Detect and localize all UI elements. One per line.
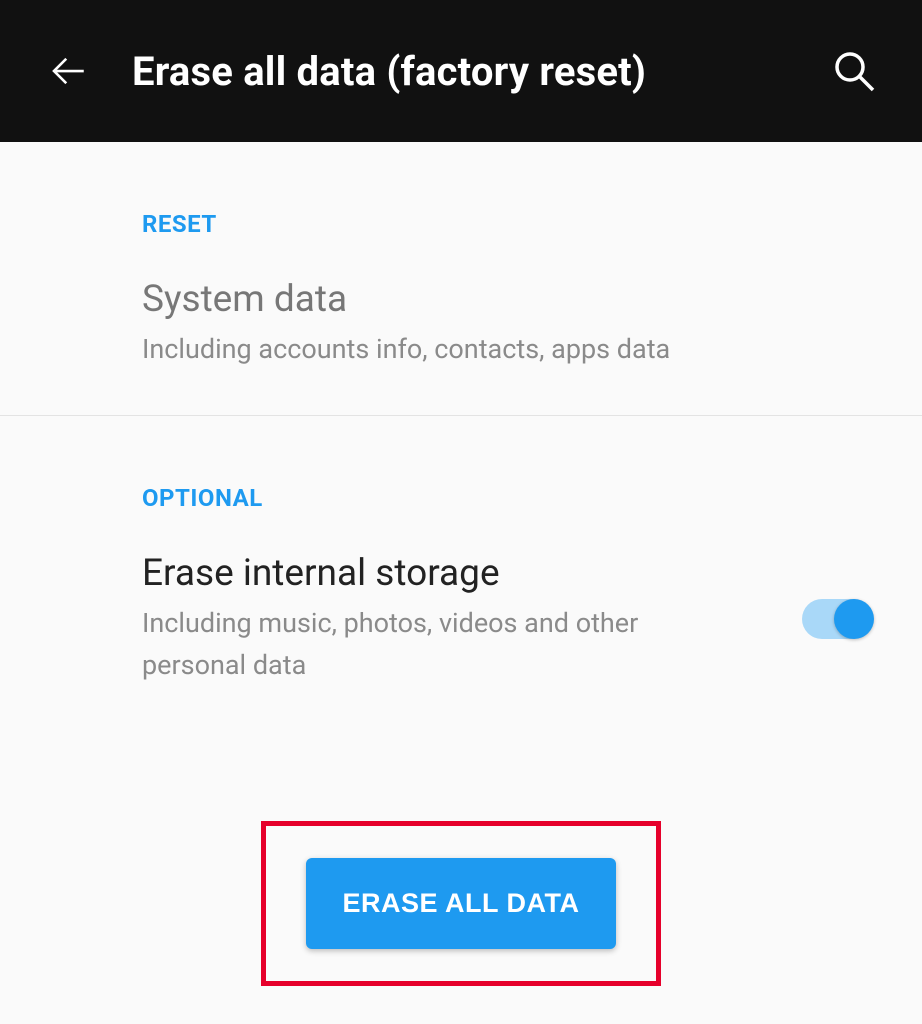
page-title: Erase all data (factory reset) xyxy=(132,48,786,95)
back-arrow-icon xyxy=(47,50,89,92)
erase-all-data-button[interactable]: ERASE ALL DATA xyxy=(306,858,615,949)
content-area: RESET System data Including accounts inf… xyxy=(0,142,922,986)
row-erase-internal-storage[interactable]: Erase internal storage Including music, … xyxy=(0,512,922,731)
row-subtitle-erase-internal: Including music, photos, videos and othe… xyxy=(142,603,702,687)
row-title-system-data: System data xyxy=(142,278,882,321)
toggle-erase-internal-storage[interactable] xyxy=(802,599,872,639)
row-text: Erase internal storage Including music, … xyxy=(142,552,778,687)
section-label-optional: OPTIONAL xyxy=(0,416,922,512)
search-button[interactable] xyxy=(826,43,882,99)
search-icon xyxy=(830,47,878,95)
section-label-reset: RESET xyxy=(0,142,922,238)
row-subtitle-system-data: Including accounts info, contacts, apps … xyxy=(142,329,702,371)
row-system-data[interactable]: System data Including accounts info, con… xyxy=(0,238,922,416)
row-text: System data Including accounts info, con… xyxy=(142,278,882,371)
app-header: Erase all data (factory reset) xyxy=(0,0,922,142)
toggle-knob xyxy=(834,599,874,639)
cta-highlight-frame: ERASE ALL DATA xyxy=(261,821,661,986)
row-title-erase-internal: Erase internal storage xyxy=(142,552,778,595)
back-button[interactable] xyxy=(44,47,92,95)
